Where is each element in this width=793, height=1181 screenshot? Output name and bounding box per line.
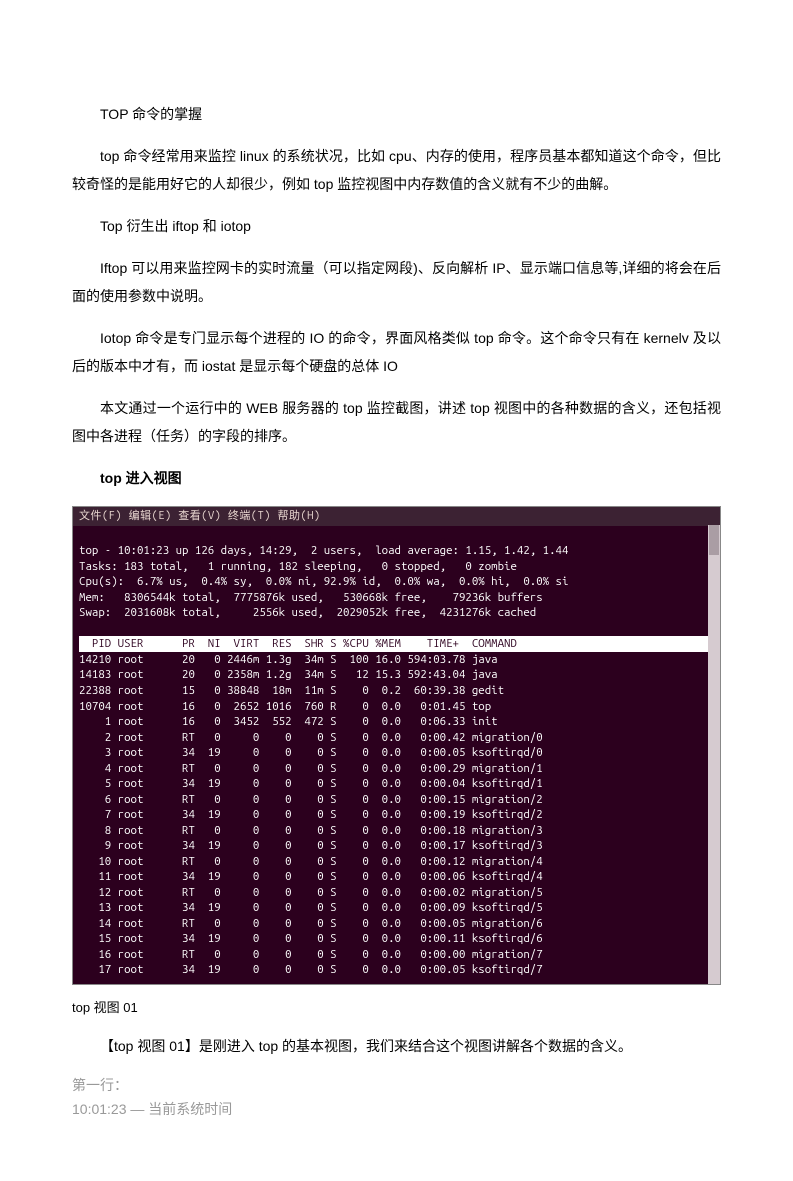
table-row: 2 root RT 0 0 0 0 S 0 0.0 0:00.42 migrat…	[79, 731, 543, 744]
table-row: 22388 root 15 0 38848 18m 11m S 0 0.2 60…	[79, 684, 504, 697]
paragraph-2: Top 衍生出 iftop 和 iotop	[72, 212, 721, 240]
table-row: 7 root 34 19 0 0 0 S 0 0.0 0:00.19 ksoft…	[79, 808, 543, 821]
top-summary-line5: Swap: 2031608k total, 2556k used, 202905…	[79, 606, 536, 619]
top-summary-line4: Mem: 8306544k total, 7775876k used, 5306…	[79, 591, 543, 604]
paragraph-4: Iotop 命令是专门显示每个进程的 IO 的命令，界面风格类似 top 命令。…	[72, 324, 721, 380]
top-summary-line3: Cpu(s): 6.7% us, 0.4% sy, 0.0% ni, 92.9%…	[79, 575, 568, 588]
heading-top-view: top 进入视图	[72, 464, 721, 492]
top-summary-line1: top - 10:01:23 up 126 days, 14:29, 2 use…	[79, 544, 568, 557]
table-row: 4 root RT 0 0 0 0 S 0 0.0 0:00.29 migrat…	[79, 762, 543, 775]
table-row: 6 root RT 0 0 0 0 S 0 0.0 0:00.15 migrat…	[79, 793, 543, 806]
explain-line-2: 10:01:23 — 当前系统时间	[72, 1098, 721, 1122]
explain-line-1: 第一行：	[72, 1074, 721, 1098]
table-row: 11 root 34 19 0 0 0 S 0 0.0 0:00.06 ksof…	[79, 870, 543, 883]
table-row: 3 root 34 19 0 0 0 S 0 0.0 0:00.05 ksoft…	[79, 746, 543, 759]
top-summary-line2: Tasks: 183 total, 1 running, 182 sleepin…	[79, 560, 517, 573]
top-header-row: PID USER PR NI VIRT RES SHR S %CPU %MEM …	[79, 636, 714, 652]
table-row: 9 root 34 19 0 0 0 S 0 0.0 0:00.17 ksoft…	[79, 839, 543, 852]
table-row: 1 root 16 0 3452 552 472 S 0 0.0 0:06.33…	[79, 715, 498, 728]
title: TOP 命令的掌握	[72, 100, 721, 128]
table-row: 14 root RT 0 0 0 0 S 0 0.0 0:00.05 migra…	[79, 917, 543, 930]
table-row: 10 root RT 0 0 0 0 S 0 0.0 0:00.12 migra…	[79, 855, 543, 868]
paragraph-1: top 命令经常用来监控 linux 的系统状况，比如 cpu、内存的使用，程序…	[72, 142, 721, 198]
table-row: 13 root 34 19 0 0 0 S 0 0.0 0:00.09 ksof…	[79, 901, 543, 914]
scrollbar	[708, 525, 720, 984]
table-row: 16 root RT 0 0 0 0 S 0 0.0 0:00.00 migra…	[79, 948, 543, 961]
table-row: 17 root 34 19 0 0 0 S 0 0.0 0:00.05 ksof…	[79, 963, 543, 976]
paragraph-6: 【top 视图 01】是刚进入 top 的基本视图，我们来结合这个视图讲解各个数…	[72, 1032, 721, 1060]
terminal-screenshot: 文件(F) 编辑(E) 查看(V) 终端(T) 帮助(H) top - 10:0…	[72, 506, 721, 985]
table-row: 14210 root 20 0 2446m 1.3g 34m S 100 16.…	[79, 653, 498, 666]
table-row: 14183 root 20 0 2358m 1.2g 34m S 12 15.3…	[79, 668, 498, 681]
table-row: 8 root RT 0 0 0 0 S 0 0.0 0:00.18 migrat…	[79, 824, 543, 837]
table-row: 15 root 34 19 0 0 0 S 0 0.0 0:00.11 ksof…	[79, 932, 543, 945]
table-row: 12 root RT 0 0 0 0 S 0 0.0 0:00.02 migra…	[79, 886, 543, 899]
terminal-menu-bar: 文件(F) 编辑(E) 查看(V) 终端(T) 帮助(H)	[73, 507, 720, 526]
table-row: 5 root 34 19 0 0 0 S 0 0.0 0:00.04 ksoft…	[79, 777, 543, 790]
paragraph-5: 本文通过一个运行中的 WEB 服务器的 top 监控截图，讲述 top 视图中的…	[72, 394, 721, 450]
figure-caption: top 视图 01	[72, 997, 721, 1016]
table-row: 10704 root 16 0 2652 1016 760 R 0 0.0 0:…	[79, 700, 491, 713]
paragraph-3: Iftop 可以用来监控网卡的实时流量（可以指定网段)、反向解析 IP、显示端口…	[72, 254, 721, 310]
